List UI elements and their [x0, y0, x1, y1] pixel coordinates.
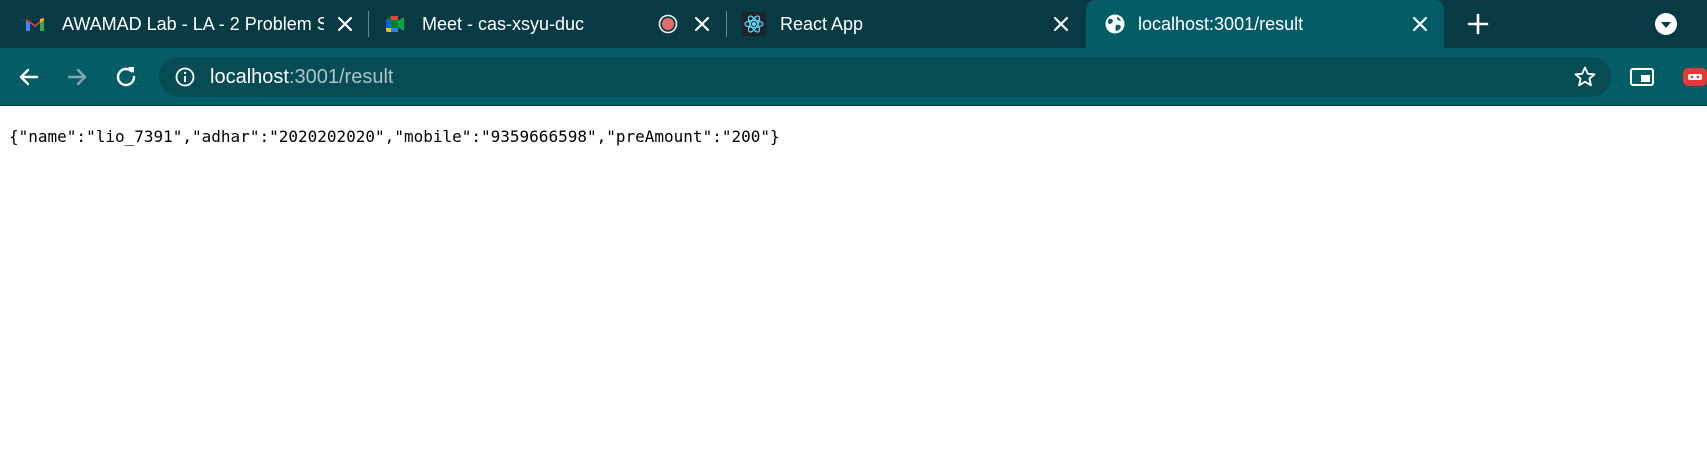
extension-icon[interactable] — [1680, 63, 1707, 91]
url-host: localhost — [210, 66, 289, 88]
tab-react-app[interactable]: React App — [718, 0, 1082, 48]
globe-icon — [1105, 14, 1125, 34]
json-response-text: {"name":"lio_7391","adhar":"2020202020",… — [9, 127, 780, 146]
address-bar[interactable]: localhost:3001/result — [159, 57, 1611, 97]
tab-search-button[interactable] — [1654, 12, 1678, 36]
recording-icon — [658, 14, 678, 34]
new-tab-button[interactable] — [1464, 10, 1492, 38]
toolbar: localhost:3001/result — [0, 48, 1707, 106]
close-icon[interactable] — [1408, 12, 1432, 36]
close-icon[interactable] — [1049, 12, 1073, 36]
tab-localhost-result[interactable]: localhost:3001/result — [1086, 0, 1444, 48]
tab-google-meet[interactable]: Meet - cas-xsyu-duc — [360, 0, 724, 48]
tab-title: localhost:3001/result — [1138, 14, 1304, 34]
url-text[interactable]: localhost:3001/result — [210, 65, 393, 89]
gmail-icon — [26, 18, 44, 31]
tab-title: AWAMAD Lab - LA - 2 Problem S — [62, 14, 324, 34]
close-icon[interactable] — [690, 12, 714, 36]
tab-title: Meet - cas-xsyu-duc — [422, 14, 585, 34]
react-icon — [744, 15, 764, 33]
url-path: :3001/result — [288, 66, 394, 88]
page-content: {"name":"lio_7391","adhar":"2020202020",… — [0, 106, 1707, 468]
back-button[interactable] — [14, 62, 44, 92]
tab-awamad-lab[interactable]: AWAMAD Lab - LA - 2 Problem S — [0, 0, 364, 48]
picture-in-picture-icon[interactable] — [1628, 63, 1656, 91]
close-icon[interactable] — [333, 12, 357, 36]
google-meet-icon — [386, 16, 404, 32]
forward-button[interactable] — [62, 62, 92, 92]
info-icon[interactable] — [174, 66, 196, 88]
reload-button[interactable] — [111, 62, 141, 92]
bookmark-star-icon[interactable] — [1573, 65, 1597, 89]
tab-title: React App — [780, 14, 864, 34]
tab-strip: AWAMAD Lab - LA - 2 Problem S Meet - cas… — [0, 0, 1707, 48]
